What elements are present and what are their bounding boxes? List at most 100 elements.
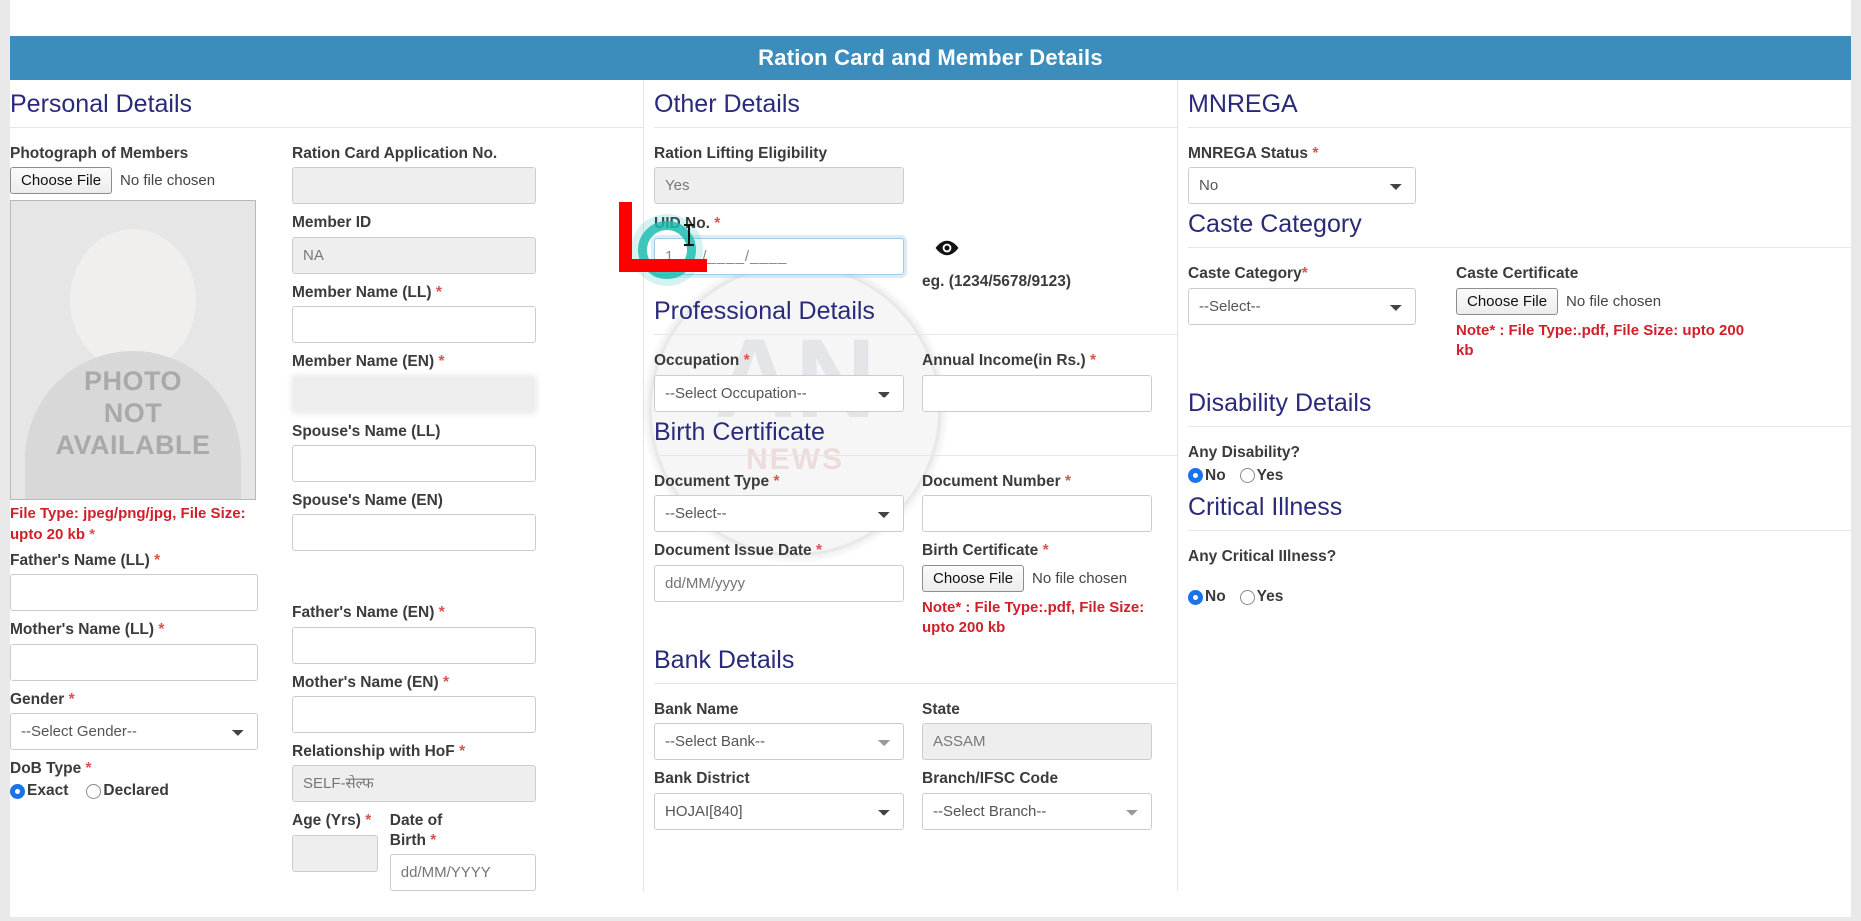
required-asterisk: *	[158, 621, 165, 639]
date-of-birth-input[interactable]	[389, 854, 536, 892]
personal-right-subcolumn: Ration Card Application No. Member ID Me…	[276, 144, 554, 892]
annual-income-input[interactable]	[922, 374, 1152, 412]
required-asterisk: *	[459, 743, 466, 760]
member-name-ll-label: Member Name (LL) *	[292, 283, 536, 302]
birth-certificate-row: Document Type * --Select-- Document Issu…	[654, 472, 1178, 644]
mothers-name-en-text: Mother's Name (EN)	[292, 673, 439, 691]
any-disability-label: Any Disability?	[1188, 444, 1300, 462]
any-critical-illness-radio-group: No Yes	[1188, 588, 1851, 606]
form-board: AN NEWS Personal Details Photograph of M…	[0, 80, 1861, 921]
uid-input[interactable]	[654, 237, 904, 275]
mnrega-status-select[interactable]: No	[1188, 167, 1416, 205]
age-input	[292, 834, 378, 872]
choose-file-button[interactable]: Choose File	[1456, 287, 1559, 315]
bank-district-label: Bank District	[654, 770, 750, 788]
member-name-ll-input[interactable]	[292, 306, 536, 344]
any-disability-yes-radio[interactable]: Yes	[1239, 467, 1283, 485]
choose-file-button[interactable]: Choose File	[10, 167, 113, 195]
section-divider	[1188, 247, 1851, 249]
page-title-bar: Ration Card and Member Details	[0, 36, 1861, 80]
required-asterisk: *	[743, 352, 750, 370]
document-issue-date-input[interactable]	[654, 564, 904, 602]
document-number-input[interactable]	[922, 495, 1152, 533]
uid-example-text: eg. (1234/5678/9123)	[922, 273, 1072, 291]
bank-name-select[interactable]: --Select Bank--	[654, 723, 904, 761]
relationship-hof-label: Relationship with HoF *	[292, 742, 536, 761]
dob-type-declared-radio[interactable]: Declared	[86, 782, 169, 800]
annual-income-wrap: Annual Income(in Rs.) *	[922, 351, 1170, 412]
mnrega-status-wrap: MNREGA Status * No	[1188, 144, 1434, 205]
ration-lifting-wrap: Ration Lifting Eligibility Yes	[654, 144, 922, 205]
age-label-text: Age (Yrs)	[292, 812, 361, 830]
required-asterisk: *	[1312, 145, 1319, 162]
personal-details-heading: Personal Details	[10, 90, 193, 118]
no-file-chosen-text: No file chosen	[1566, 292, 1662, 310]
photograph-file-input[interactable]: Choose File No file chosen	[10, 167, 258, 195]
caste-certificate-wrap: Caste Certificate Choose File No file ch…	[1434, 264, 1764, 367]
mothers-name-ll-input[interactable]	[10, 643, 258, 681]
any-disability-no-radio[interactable]: No	[1188, 467, 1226, 485]
dob-type-label: DoB Type *	[10, 759, 258, 778]
annual-income-label: Annual Income(in Rs.) *	[922, 351, 1152, 370]
photo-preview: PHOTO NOT AVAILABLE	[10, 200, 256, 501]
any-critical-illness-no-radio[interactable]: No	[1188, 588, 1226, 606]
dob-type-exact-label: Exact	[27, 782, 69, 800]
branch-ifsc-select[interactable]: --Select Branch--	[922, 792, 1152, 830]
column-other-details: Other Details Ration Lifting Eligibility…	[644, 80, 1178, 892]
dob-type-radio-group: Exact Declared	[10, 782, 258, 800]
occupation-select[interactable]: --Select Occupation--	[654, 374, 904, 412]
branch-ifsc-label: Branch/IFSC Code	[922, 770, 1059, 788]
caste-certificate-file-input[interactable]: Choose File No file chosen	[1456, 287, 1746, 315]
other-details-heading: Other Details	[654, 90, 800, 118]
column-personal-details: Personal Details Photograph of Members C…	[10, 80, 644, 892]
document-issue-date-label: Document Issue Date *	[654, 541, 904, 560]
photograph-label: Photograph of Members	[10, 145, 189, 162]
disability-details-heading: Disability Details	[1188, 389, 1372, 418]
any-critical-illness-yes-radio[interactable]: Yes	[1239, 588, 1283, 606]
mnrega-status-row: MNREGA Status * No	[1188, 144, 1851, 205]
caste-certificate-label: Caste Certificate	[1456, 265, 1579, 283]
no-file-chosen-text: No file chosen	[120, 172, 216, 190]
mothers-name-en-input[interactable]	[292, 696, 536, 733]
required-asterisk: *	[438, 604, 445, 622]
required-asterisk: *	[365, 812, 372, 830]
fathers-name-en-input[interactable]	[292, 626, 536, 664]
ration-card-app-no-label: Ration Card Application No.	[292, 145, 498, 162]
fathers-name-en-label: Father's Name (EN) *	[292, 603, 536, 622]
spouse-name-ll-input[interactable]	[292, 444, 536, 482]
professional-row: Occupation * --Select Occupation-- Annua…	[654, 351, 1178, 412]
photo-not-available-text: PHOTO NOT AVAILABLE	[11, 366, 255, 462]
column-mnrega: MNREGA MNREGA Status * No Caste Category	[1178, 80, 1851, 891]
caste-category-select[interactable]: --Select--	[1188, 287, 1416, 325]
fathers-name-ll-input[interactable]	[10, 574, 258, 612]
birth-certificate-file-input[interactable]: Choose File No file chosen	[922, 564, 1152, 592]
bank-state-label: State	[922, 701, 960, 718]
ration-lifting-select: Yes	[654, 167, 904, 205]
document-type-label: Document Type *	[654, 472, 904, 491]
spouse-name-en-input[interactable]	[292, 514, 536, 552]
dob-field-wrap: Date of Birth *	[389, 811, 536, 892]
dob-type-exact-radio[interactable]: Exact	[10, 782, 68, 800]
section-divider	[1188, 529, 1851, 531]
mothers-name-en-label: Mother's Name (EN) *	[292, 673, 536, 692]
eye-icon[interactable]	[934, 241, 960, 260]
ration-lifting-row: Ration Lifting Eligibility Yes	[654, 144, 1178, 205]
dob-type-label-text: DoB Type	[10, 760, 82, 777]
bank-district-select[interactable]: HOJAI[840]	[654, 792, 904, 830]
choose-file-button[interactable]: Choose File	[922, 564, 1025, 592]
bank-state-select: ASSAM	[922, 723, 1152, 761]
member-name-en-input[interactable]	[292, 375, 536, 413]
gender-select[interactable]: --Select Gender--	[10, 713, 258, 750]
document-type-select[interactable]: --Select--	[654, 495, 904, 533]
birth-certificate-file-label-text: Birth Certificate	[922, 542, 1039, 560]
section-divider	[1188, 426, 1851, 428]
dob-type-declared-label: Declared	[103, 782, 169, 800]
required-asterisk: *	[1301, 265, 1308, 283]
caste-category-heading: Caste Category	[1188, 210, 1362, 239]
bank-name-label: Bank Name	[654, 701, 739, 718]
critical-illness-question-block: Any Critical IIlness? No Yes	[1188, 547, 1851, 606]
disability-question-block: Any Disability? No Yes	[1188, 443, 1851, 484]
uid-label-text: UID No.	[654, 215, 710, 233]
radio-dot-icon	[1188, 589, 1203, 605]
member-name-ll-text: Member Name (LL)	[292, 283, 432, 301]
